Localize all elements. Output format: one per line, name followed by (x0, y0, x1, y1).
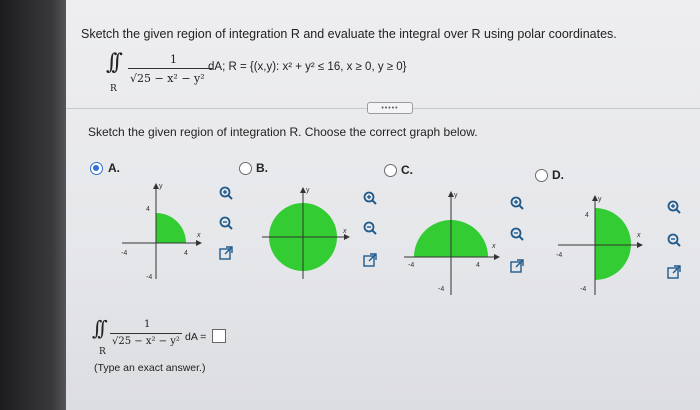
graph-d-tick-y4: 4 (585, 212, 589, 219)
graph-c-y-label: y (454, 192, 458, 199)
graph-d-tick-yn4: -4 (580, 286, 586, 293)
graph-options-canvas: y x 4 4 -4 -4 y x y x -4 4 -4 y x 4 -4 -… (121, 183, 643, 295)
answer-region-label: R (99, 347, 106, 357)
graph-c-tick-x4: 4 (476, 262, 480, 269)
option-b-label[interactable]: B. (256, 161, 268, 175)
graph-a-tick-xn4: -4 (121, 250, 127, 257)
graph-d-tick-xn4: -4 (556, 252, 562, 259)
zoom-out-icon[interactable] (666, 232, 682, 248)
graph-a[interactable]: y x 4 4 -4 -4 (121, 183, 202, 281)
graph-d[interactable]: y x 4 -4 -4 (556, 195, 643, 295)
monitor-bezel (0, 0, 66, 410)
answer-input[interactable] (212, 329, 226, 343)
graph-d-x-arrow (637, 242, 643, 248)
graph-c-x-arrow (494, 254, 500, 260)
integrand-denominator: √25 − x² − y² (130, 72, 205, 85)
graph-d-x-label: x (636, 232, 641, 239)
graph-a-tick-x4: 4 (184, 250, 188, 257)
graph-a-x-label: x (196, 232, 201, 239)
zoom-out-icon[interactable] (218, 215, 234, 231)
zoom-in-icon[interactable] (509, 195, 525, 211)
popout-icon[interactable] (509, 258, 525, 274)
graph-d-y-label: y (598, 196, 602, 203)
option-b-radio[interactable] (239, 162, 252, 175)
zoom-in-icon[interactable] (218, 185, 234, 201)
graph-c[interactable]: y x -4 4 -4 (404, 191, 500, 295)
graph-b-y-label: y (306, 187, 310, 194)
double-integral-sign: ∫∫ (106, 50, 123, 75)
graph-b-x-label: x (342, 228, 347, 235)
graph-a-region (156, 213, 186, 243)
graph-a-tick-y4: 4 (146, 206, 150, 213)
region-definition: dA; R = {(x,y): x² + y² ≤ 16, x ≥ 0, y ≥… (208, 61, 407, 73)
graph-b[interactable]: y x (262, 187, 350, 279)
zoom-in-icon[interactable] (362, 190, 378, 206)
fraction-bar (128, 68, 212, 69)
question-screen: Sketch the given region of integration R… (66, 0, 700, 410)
option-a-label[interactable]: A. (108, 161, 120, 175)
graph-a-tick-yn4: -4 (146, 274, 152, 281)
show-more-button[interactable]: ••••• (367, 102, 413, 114)
answer-numerator: 1 (144, 319, 151, 330)
subquestion-text: Sketch the given region of integration R… (88, 125, 478, 139)
integrand-numerator: 1 (170, 53, 177, 66)
option-a-radio[interactable] (90, 162, 103, 175)
graph-c-tick-xn4: -4 (408, 262, 414, 269)
popout-icon[interactable] (666, 264, 682, 280)
graph-a-x-arrow (196, 240, 202, 246)
zoom-out-icon[interactable] (509, 226, 525, 242)
answer-denominator: √25 − x² − y² (112, 336, 180, 347)
popout-icon[interactable] (362, 252, 378, 268)
question-instruction: Sketch the given region of integration R… (81, 27, 617, 41)
answer-hint: (Type an exact answer.) (94, 362, 206, 374)
zoom-out-icon[interactable] (362, 220, 378, 236)
integral-region-label: R (110, 84, 117, 94)
answer-fraction-bar (110, 333, 182, 334)
graph-d-region (595, 208, 631, 280)
graph-c-tick-yn4: -4 (438, 286, 444, 293)
answer-integral-sign: ∫∫ (92, 316, 108, 340)
zoom-in-icon[interactable] (666, 199, 682, 215)
graph-c-x-label: x (491, 243, 496, 250)
graph-a-y-label: y (159, 183, 163, 190)
popout-icon[interactable] (218, 245, 234, 261)
answer-suffix: dA = (185, 331, 207, 343)
